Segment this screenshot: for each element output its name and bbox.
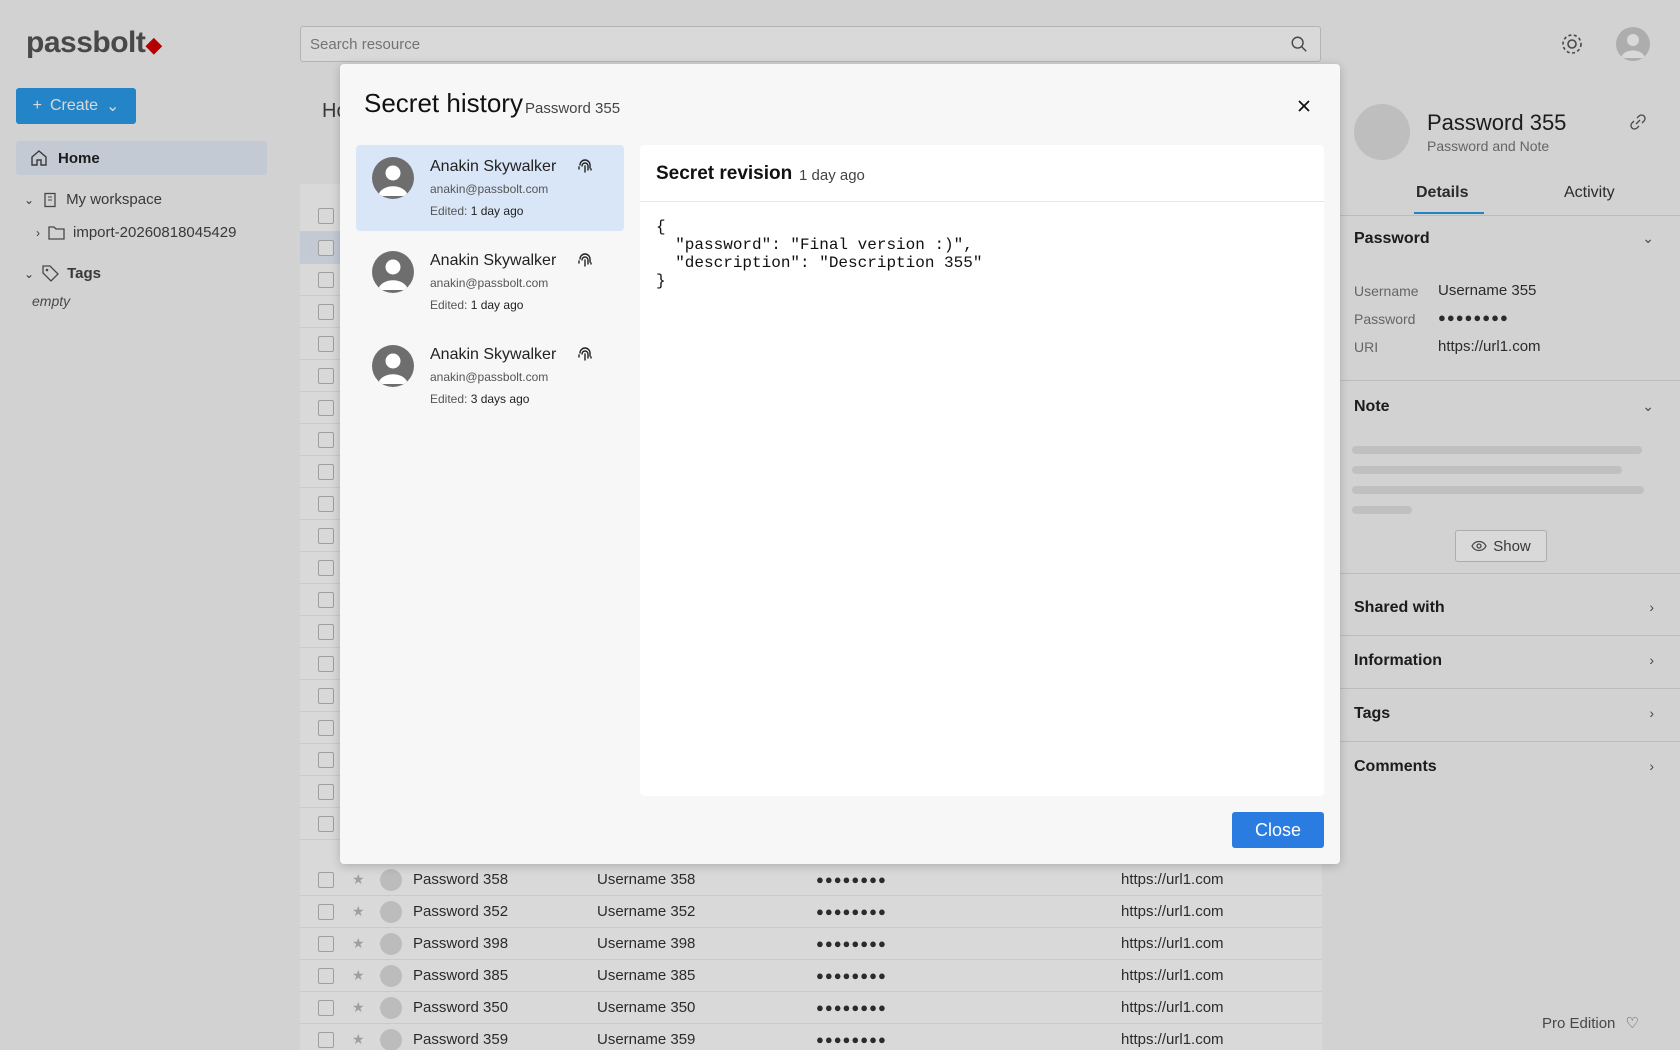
user-avatar <box>372 251 414 293</box>
revision-panel: Secret revision 1 day ago { "password": … <box>640 145 1324 796</box>
fingerprint-icon <box>578 347 592 361</box>
fingerprint-icon <box>578 253 592 267</box>
fingerprint-icon <box>578 159 592 173</box>
user-avatar <box>372 345 414 387</box>
revision-heading: Secret revision <box>656 163 793 184</box>
revision-email: anakin@passbolt.com <box>430 370 549 384</box>
revision-list: Anakin Skywalker anakin@passbolt.com Edi… <box>356 145 624 427</box>
secret-history-dialog: Secret history Password 355 Anakin Skywa… <box>340 64 1340 864</box>
revision-item[interactable]: Anakin Skywalker anakin@passbolt.com Edi… <box>356 333 624 419</box>
revision-content: { "password": "Final version :)", "descr… <box>656 218 983 290</box>
revision-item[interactable]: Anakin Skywalker anakin@passbolt.com Edi… <box>356 145 624 231</box>
revision-author: Anakin Skywalker <box>430 346 557 363</box>
user-avatar <box>372 157 414 199</box>
revision-author: Anakin Skywalker <box>430 252 557 269</box>
close-button[interactable]: Close <box>1232 812 1324 848</box>
revision-time: 1 day ago <box>799 167 865 184</box>
close-icon[interactable] <box>1292 94 1316 118</box>
revision-edited: Edited: 3 days ago <box>430 392 530 406</box>
dialog-title: Secret history <box>364 88 523 118</box>
revision-email: anakin@passbolt.com <box>430 182 549 196</box>
dialog-subtitle: Password 355 <box>525 100 621 117</box>
revision-item[interactable]: Anakin Skywalker anakin@passbolt.com Edi… <box>356 239 624 325</box>
revision-edited: Edited: 1 day ago <box>430 298 524 312</box>
revision-author: Anakin Skywalker <box>430 158 557 175</box>
revision-email: anakin@passbolt.com <box>430 276 549 290</box>
revision-header: Secret revision 1 day ago <box>640 145 1324 202</box>
revision-edited: Edited: 1 day ago <box>430 204 524 218</box>
